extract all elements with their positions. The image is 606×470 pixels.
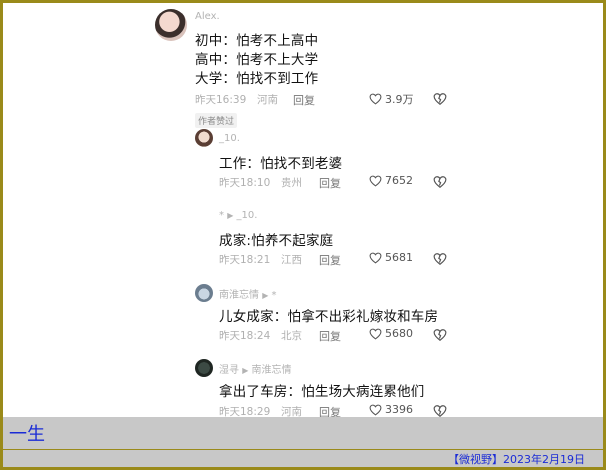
reply-button[interactable]: 回复: [319, 328, 341, 344]
broken-heart-icon[interactable]: [433, 404, 447, 418]
reply-target-username[interactable]: *: [272, 290, 277, 301]
heart-outline-icon: [369, 404, 382, 416]
avatar[interactable]: [155, 9, 187, 41]
broken-heart-icon[interactable]: [433, 328, 447, 342]
caption-title-bar: 一生: [3, 417, 603, 449]
reply-target-username[interactable]: _10.: [237, 210, 258, 221]
comment-location: 北京: [281, 330, 302, 342]
broken-heart-icon[interactable]: [433, 175, 447, 189]
image-frame: Alex. 初中：怕考不上高中 高中：怕考不上大学 大学：怕找不到工作 昨天16…: [0, 0, 606, 470]
avatar[interactable]: [195, 129, 213, 147]
heart-outline-icon: [369, 328, 382, 340]
caption-title: 一生: [9, 424, 45, 445]
heart-outline-icon: [369, 93, 382, 105]
comment-username[interactable]: _10.: [219, 133, 240, 144]
like-button[interactable]: 3396: [369, 403, 413, 416]
comment-text-line: 高中：怕考不上大学: [195, 52, 319, 68]
like-button[interactable]: 7652: [369, 174, 413, 187]
reply-users[interactable]: 湿寻 ▶ 南淮忘情: [219, 361, 292, 376]
reply-users[interactable]: 南淮忘情 ▶ *: [219, 286, 277, 301]
comment-location: 河南: [257, 94, 278, 106]
like-count: 3.9万: [385, 93, 414, 106]
comment-text: 儿女成家：怕拿不出彩礼嫁妆和车房: [219, 309, 439, 325]
heart-outline-icon: [369, 175, 382, 187]
comment-username[interactable]: *: [219, 210, 224, 221]
like-count: 5681: [385, 251, 413, 264]
comment-username[interactable]: 南淮忘情: [219, 290, 259, 301]
avatar[interactable]: [195, 284, 213, 302]
like-count: 7652: [385, 174, 413, 187]
comment-thread: Alex. 初中：怕考不上高中 高中：怕考不上大学 大学：怕找不到工作 昨天16…: [151, 3, 459, 419]
comment-text-line: 大学：怕找不到工作: [195, 71, 319, 87]
reply-button[interactable]: 回复: [319, 175, 341, 191]
like-button[interactable]: 5681: [369, 251, 413, 264]
reply-users[interactable]: * ▶ _10.: [219, 210, 257, 221]
comment-text-line: 初中：怕考不上高中: [195, 33, 319, 49]
comment-text: 拿出了车房：怕生场大病连累他们: [219, 384, 425, 400]
comment-time: 昨天18:21: [219, 254, 271, 266]
comment-time: 昨天16:39: [195, 94, 247, 106]
reply-target-username[interactable]: 南淮忘情: [252, 365, 292, 376]
reply-arrow-icon: ▶: [242, 366, 249, 375]
comment-text: 成家:怕养不起家庭: [219, 233, 334, 249]
like-count: 5680: [385, 327, 413, 340]
broken-heart-icon[interactable]: [433, 92, 447, 106]
comment-text: 工作：怕找不到老婆: [219, 156, 343, 172]
caption-credit-bar: 【微视野】2023年2月19日: [3, 449, 603, 467]
comment-location: 贵州: [281, 177, 302, 189]
comment-username[interactable]: Alex.: [195, 11, 220, 22]
like-button[interactable]: 5680: [369, 327, 413, 340]
heart-outline-icon: [369, 252, 382, 264]
like-button[interactable]: 3.9万: [369, 91, 414, 107]
reply-button[interactable]: 回复: [319, 252, 341, 268]
avatar[interactable]: [195, 359, 213, 377]
broken-heart-icon[interactable]: [433, 252, 447, 266]
comment-username[interactable]: 湿寻: [219, 365, 239, 376]
reply-arrow-icon: ▶: [262, 291, 269, 300]
author-liked-badge: 作者赞过: [195, 113, 238, 128]
comment-time: 昨天18:24: [219, 330, 271, 342]
reply-button[interactable]: 回复: [293, 92, 315, 108]
caption-credit: 【微视野】2023年2月19日: [448, 452, 585, 466]
comment-time: 昨天18:10: [219, 177, 271, 189]
like-count: 3396: [385, 403, 413, 416]
comment-location: 江西: [281, 254, 302, 266]
reply-arrow-icon: ▶: [227, 211, 234, 220]
